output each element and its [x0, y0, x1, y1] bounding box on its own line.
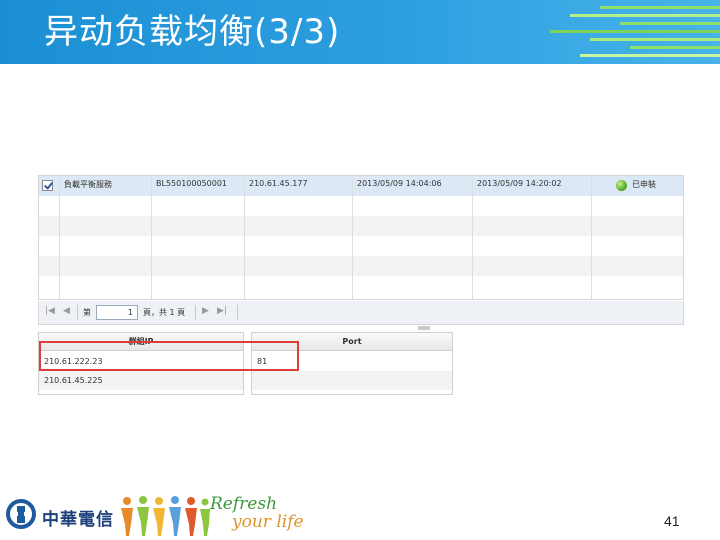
- prev-page-icon[interactable]: ◀: [63, 306, 70, 316]
- slogan-line-1: Refresh: [210, 494, 278, 514]
- decorative-stripe: [570, 14, 720, 17]
- pagination-bar: |◀ ◀ 第 1 頁，共 1 頁 ▶ ▶|: [38, 301, 684, 325]
- table-row-selected[interactable]: 負載平衡服務 BL550100050001 210.61.45.177 2013…: [39, 176, 683, 196]
- list-item: [252, 371, 452, 390]
- column-divider: [244, 176, 245, 299]
- column-divider: [591, 176, 592, 299]
- cell-start-time: 2013/05/09 14:04:06: [357, 179, 442, 188]
- cell-ip: 210.61.45.177: [249, 179, 308, 188]
- decorative-stripe: [630, 46, 720, 49]
- decorative-stripe: [590, 38, 720, 41]
- pager-divider: [77, 305, 78, 320]
- table-row: [39, 276, 683, 296]
- first-page-icon[interactable]: |◀: [45, 306, 55, 316]
- page-label-suffix: 頁，共 1 頁: [143, 308, 186, 317]
- slogan-line-2: your life: [232, 512, 304, 532]
- last-page-icon[interactable]: ▶|: [217, 306, 227, 316]
- pager-divider: [237, 305, 238, 320]
- cell-end-time: 2013/05/09 14:20:02: [477, 179, 562, 188]
- next-page-icon[interactable]: ▶: [202, 306, 209, 316]
- page-label-prefix: 第: [83, 308, 91, 317]
- page-number-input[interactable]: 1: [96, 305, 138, 320]
- decorative-stripe: [550, 30, 720, 33]
- column-divider: [472, 176, 473, 299]
- brand-name: 中華電信: [42, 510, 114, 530]
- cht-logo-icon: [6, 499, 36, 529]
- slide-title: 异动负载均衡(3/3): [44, 12, 341, 52]
- service-grid: 負載平衡服務 BL550100050001 210.61.45.177 2013…: [38, 175, 684, 300]
- decorative-stripe: [620, 22, 720, 25]
- table-row: [39, 216, 683, 236]
- page-number: 41: [664, 513, 680, 529]
- embedded-screenshot: 負載平衡服務 BL550100050001 210.61.45.177 2013…: [38, 175, 684, 395]
- cell-service: 負載平衡服務: [64, 180, 112, 189]
- row-checkbox[interactable]: [42, 180, 53, 191]
- cell-id: BL550100050001: [156, 179, 228, 188]
- table-row: [39, 256, 683, 276]
- column-divider: [151, 176, 152, 299]
- table-row: [39, 236, 683, 256]
- people-figures-icon: [121, 496, 210, 536]
- list-item[interactable]: 210.61.45.225: [39, 371, 243, 390]
- column-divider: [352, 176, 353, 299]
- splitter-handle[interactable]: [418, 326, 430, 330]
- column-divider: [59, 176, 60, 299]
- cell-status: 已申裝: [632, 180, 656, 189]
- decorative-stripe: [580, 54, 720, 57]
- pager-divider: [195, 305, 196, 320]
- title-banner: 异动负载均衡(3/3): [0, 0, 720, 64]
- table-row: [39, 196, 683, 216]
- status-ok-icon: [616, 180, 627, 191]
- highlight-box: [39, 341, 299, 371]
- decorative-stripe: [600, 6, 720, 9]
